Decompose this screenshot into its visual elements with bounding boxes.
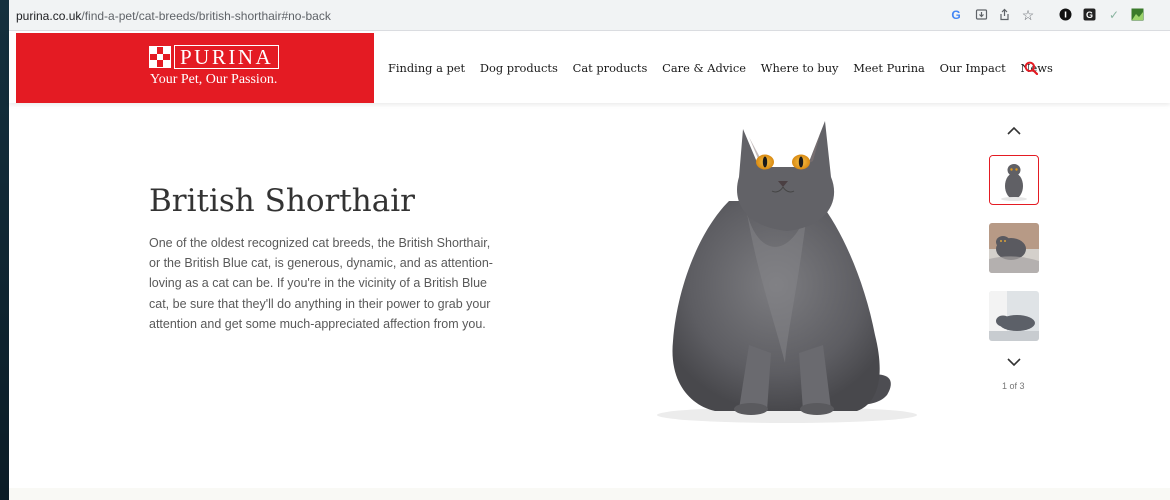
gallery-next-chevron-down-icon[interactable] xyxy=(1004,355,1024,371)
gallery-thumb-2[interactable] xyxy=(989,223,1039,273)
address-bar[interactable]: purina.co.uk/find-a-pet/cat-breeds/briti… xyxy=(16,9,331,23)
search-icon[interactable] xyxy=(1024,61,1039,76)
brand-name: PURINA xyxy=(174,45,280,69)
main-nav: Finding a pet Dog products Cat products … xyxy=(388,61,1068,75)
page-title: British Shorthair xyxy=(149,183,415,219)
nav-where-to-buy[interactable]: Where to buy xyxy=(761,61,839,75)
nav-dog-products[interactable]: Dog products xyxy=(480,61,558,75)
url-host: purina.co.uk xyxy=(16,9,82,23)
breed-description: One of the oldest recognized cat breeds,… xyxy=(149,236,493,331)
nav-care-advice[interactable]: Care & Advice xyxy=(662,61,746,75)
checkerboard-icon xyxy=(149,46,171,68)
check-icon[interactable]: ✓ xyxy=(1107,8,1121,23)
onepassword-icon[interactable] xyxy=(1058,8,1072,23)
browser-window: purina.co.uk/find-a-pet/cat-breeds/briti… xyxy=(9,0,1170,500)
gallery-prev-chevron-up-icon[interactable] xyxy=(1004,124,1024,140)
site-header: PURINA Your Pet, Our Passion. Finding a … xyxy=(9,33,1170,103)
gallery-thumb-3[interactable] xyxy=(989,291,1039,341)
google-icon[interactable]: G xyxy=(949,8,963,23)
desktop-background xyxy=(0,0,9,500)
nav-cat-products[interactable]: Cat products xyxy=(573,61,648,75)
share-icon[interactable] xyxy=(997,8,1011,23)
svg-text:G: G xyxy=(1085,10,1092,20)
nav-our-impact[interactable]: Our Impact xyxy=(940,61,1006,75)
install-icon[interactable] xyxy=(974,8,988,23)
image-ext-icon[interactable] xyxy=(1130,8,1144,23)
next-section-band xyxy=(9,488,1170,500)
star-icon[interactable]: ☆ xyxy=(1021,8,1035,23)
grammarly-icon[interactable]: G xyxy=(1082,8,1096,23)
gallery-thumb-1[interactable] xyxy=(989,155,1039,205)
brand-tagline: Your Pet, Our Passion. xyxy=(150,72,278,87)
browser-toolbar: purina.co.uk/find-a-pet/cat-breeds/briti… xyxy=(9,0,1170,31)
url-path: /find-a-pet/cat-breeds/british-shorthair… xyxy=(81,9,331,23)
nav-finding-a-pet[interactable]: Finding a pet xyxy=(388,61,465,75)
purina-logo[interactable]: PURINA Your Pet, Our Passion. xyxy=(16,33,374,103)
nav-meet-purina[interactable]: Meet Purina xyxy=(853,61,925,75)
gallery-counter: 1 of 3 xyxy=(1002,381,1025,391)
cat-main-image xyxy=(637,113,927,435)
